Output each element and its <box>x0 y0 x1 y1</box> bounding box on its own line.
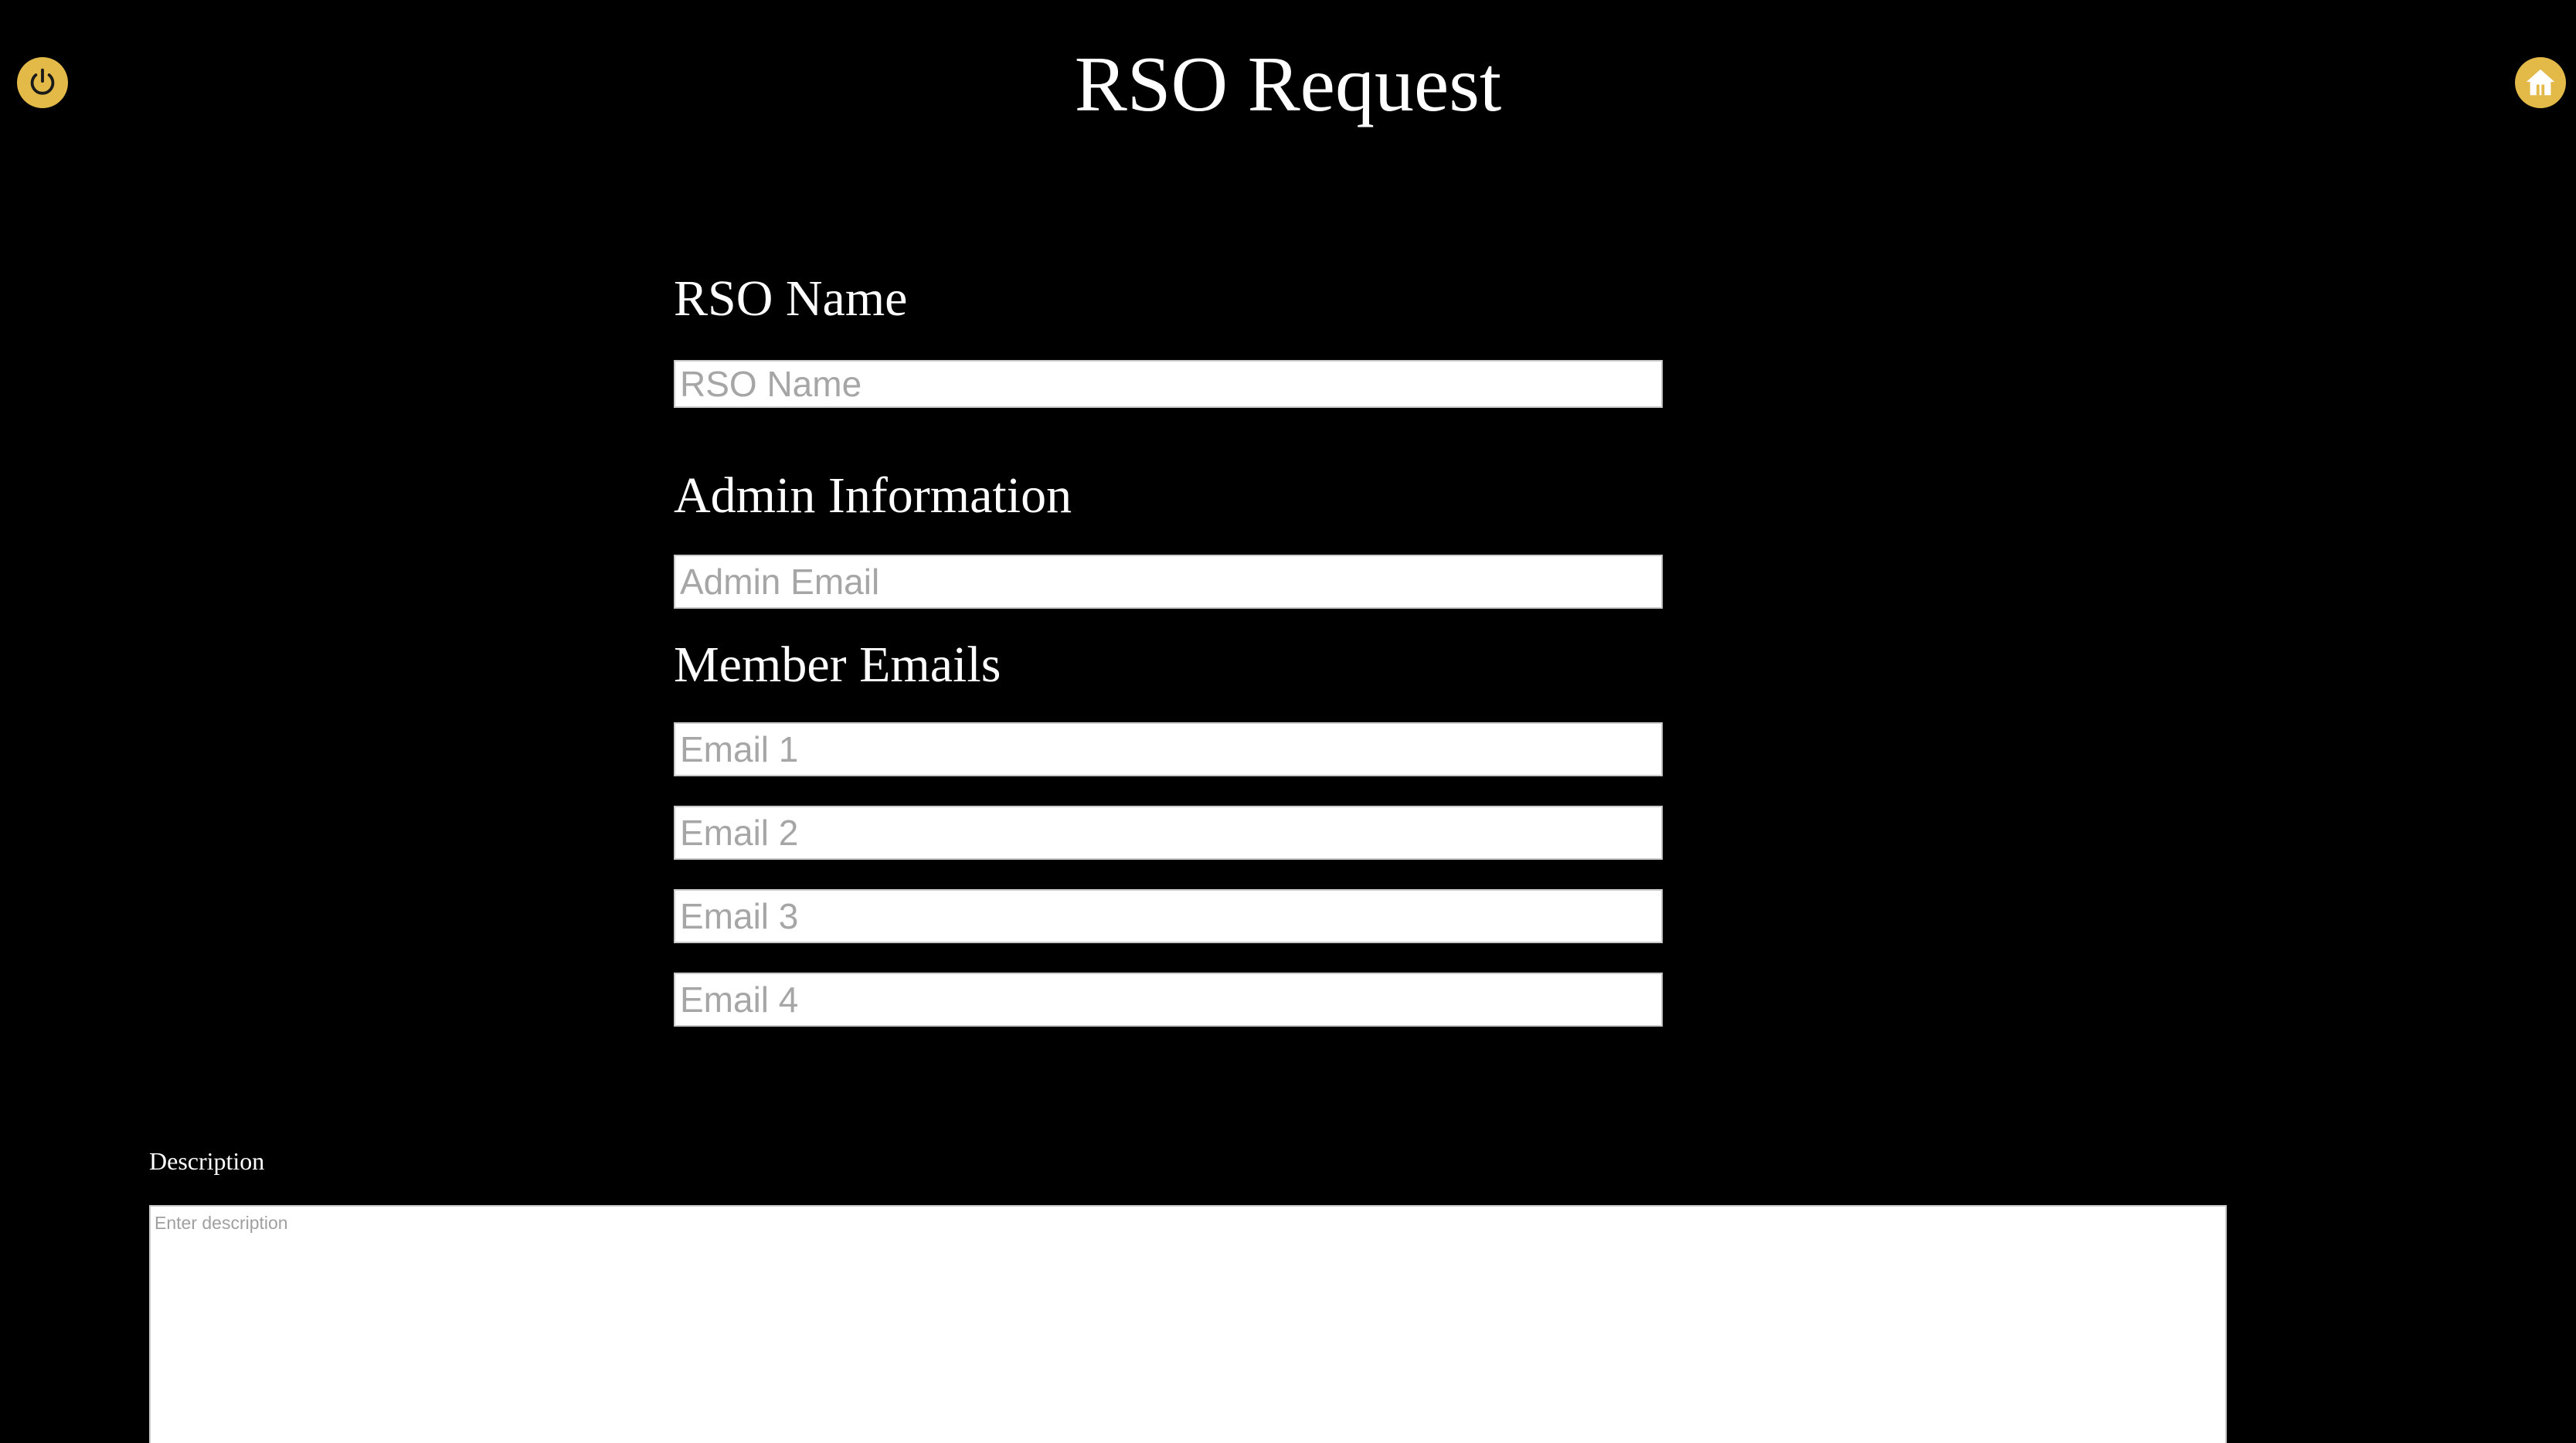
page-title: RSO Request <box>1074 41 1502 128</box>
admin-email-input[interactable] <box>674 555 1663 609</box>
member-email-1-input[interactable] <box>674 722 1663 776</box>
member-email-4-input[interactable] <box>674 973 1663 1027</box>
home-icon <box>2526 69 2555 96</box>
description-label: Description <box>149 1147 265 1175</box>
admin-information-label: Admin Information <box>674 467 1072 524</box>
member-email-3-input[interactable] <box>674 889 1663 943</box>
member-emails-label: Member Emails <box>674 637 1001 693</box>
rso-name-label: RSO Name <box>674 270 908 327</box>
home-button[interactable] <box>2515 57 2566 108</box>
rso-name-input[interactable] <box>674 360 1663 408</box>
member-email-2-input[interactable] <box>674 806 1663 860</box>
description-textarea[interactable] <box>149 1205 2227 1443</box>
